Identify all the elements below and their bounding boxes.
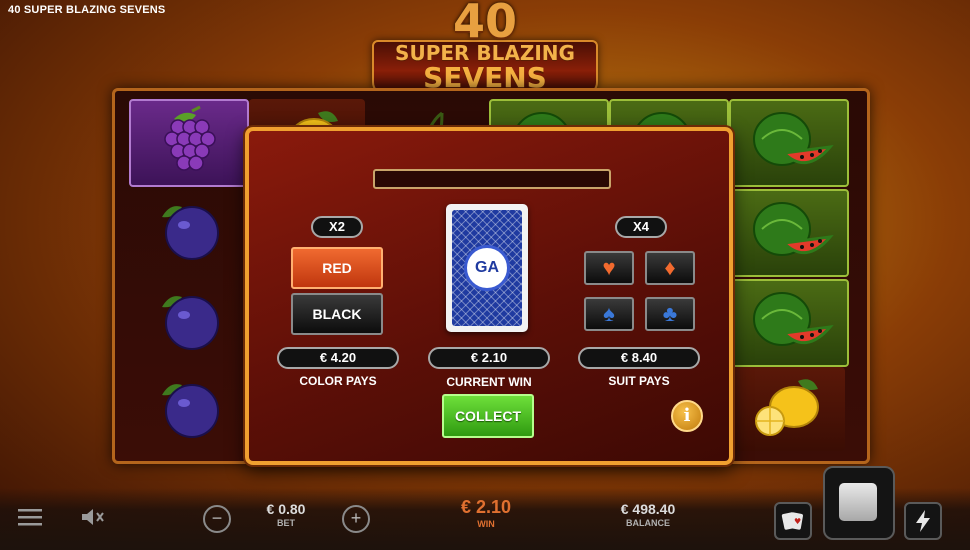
reel-1: [129, 99, 249, 451]
hearts-button[interactable]: ♥: [584, 251, 634, 285]
clubs-icon: ♣: [662, 301, 678, 326]
stop-icon: [839, 483, 877, 521]
sound-muted-icon[interactable]: [80, 506, 106, 533]
reel-cell: [729, 367, 845, 451]
reel-6: [729, 99, 849, 451]
hearts-icon: ♥: [602, 255, 616, 280]
bet-label: BET: [277, 518, 295, 528]
current-win-label: CURRENT WIN: [446, 375, 532, 389]
decrease-bet-button[interactable]: −: [203, 505, 231, 533]
plum-icon: [142, 371, 232, 448]
diamonds-button[interactable]: ♦: [645, 251, 695, 285]
lightning-icon: [916, 510, 930, 532]
suit-pays-label: SUIT PAYS: [608, 374, 670, 388]
cards-icon: ♥: [781, 512, 803, 530]
gamble-cards-button[interactable]: ♥: [774, 502, 812, 540]
reel-cell: [729, 99, 849, 187]
watermelon-icon: [744, 195, 834, 272]
watermelon-icon: [744, 285, 834, 362]
color-pays-value: € 4.20: [277, 347, 399, 369]
card-logo: GA: [464, 245, 510, 291]
balance-value: € 498.40: [620, 501, 676, 517]
win-label: WIN: [477, 519, 495, 529]
bet-display: € 0.80 BET: [246, 501, 326, 528]
menu-icon[interactable]: [18, 507, 42, 532]
plum-icon: [142, 283, 232, 360]
reel-cell: [129, 367, 245, 451]
lemon-icon: [742, 371, 832, 448]
balance-display: € 498.40 BALANCE: [596, 501, 700, 528]
spades-button[interactable]: ♠: [584, 297, 634, 331]
svg-text:♥: ♥: [794, 517, 801, 526]
watermelon-icon: [744, 105, 834, 182]
color-pays-label: COLOR PAYS: [299, 374, 377, 388]
game-logo: 40 SUPER BLAZING SEVENS: [365, 0, 605, 96]
gamble-dialog: X2 RED BLACK € 4.20 COLOR PAYS GA € 2.10…: [245, 127, 733, 465]
win-display: € 2.10 WIN: [436, 497, 536, 529]
win-value: € 2.10: [460, 497, 512, 517]
plum-icon: [142, 193, 232, 270]
card-history-bar: [373, 169, 611, 189]
suit-multiplier-badge: X4: [615, 216, 667, 238]
reel-cell: [129, 189, 245, 273]
face-down-card: GA: [446, 204, 528, 332]
spin-button[interactable]: [823, 466, 895, 540]
info-button[interactable]: i: [671, 400, 703, 432]
grapes-icon: [144, 105, 234, 182]
reel-cell: [729, 189, 849, 277]
collect-button[interactable]: COLLECT: [442, 394, 534, 438]
window-title: 40 SUPER BLAZING SEVENS: [8, 4, 166, 16]
bet-value: € 0.80: [266, 501, 306, 517]
spades-icon: ♠: [603, 301, 615, 326]
reel-cell: [729, 279, 849, 367]
black-button[interactable]: BLACK: [291, 293, 383, 335]
suit-pays-value: € 8.40: [578, 347, 700, 369]
increase-bet-button[interactable]: +: [342, 505, 370, 533]
diamonds-icon: ♦: [664, 255, 676, 280]
current-win-value: € 2.10: [428, 347, 550, 369]
turbo-button[interactable]: [904, 502, 942, 540]
reel-cell: [129, 279, 245, 363]
red-button[interactable]: RED: [291, 247, 383, 289]
clubs-button[interactable]: ♣: [645, 297, 695, 331]
color-multiplier-badge: X2: [311, 216, 363, 238]
balance-label: BALANCE: [626, 518, 670, 528]
logo-number: 40: [452, 0, 517, 48]
reel-cell: [129, 99, 249, 187]
